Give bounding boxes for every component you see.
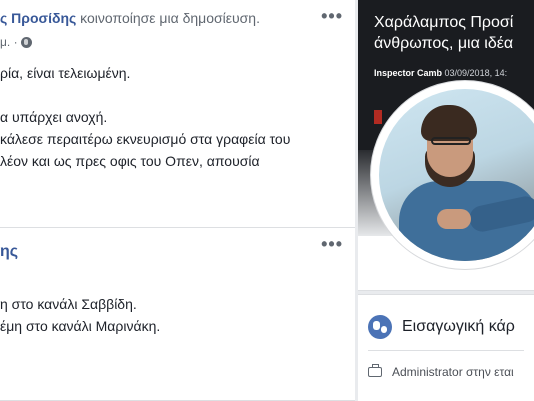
avatar-hand bbox=[437, 209, 471, 229]
post-time-text: μ. · bbox=[0, 35, 18, 49]
post-header: ς Προσίδης κοινοποίησε μια δημοσίευση. bbox=[0, 10, 260, 26]
right-sidebar: Χαράλαμπος Προσί άνθρωπος, μια ιδέα Insp… bbox=[358, 0, 534, 401]
article-title-line: άνθρωπος, μια ιδέα bbox=[374, 35, 514, 52]
post-options-button[interactable]: ••• bbox=[321, 6, 343, 27]
avatar-photo bbox=[379, 89, 534, 261]
intro-header: Εισαγωγική κάρ bbox=[368, 315, 515, 339]
work-info-row: Administrator στην εται bbox=[368, 364, 514, 379]
intro-card: Εισαγωγική κάρ Administrator στην εται bbox=[358, 294, 534, 401]
post-author-link[interactable]: ς Προσίδης bbox=[0, 10, 76, 26]
article-author: Inspector Camb bbox=[374, 68, 443, 78]
post-text-line: α υπάρχει ανοχή. bbox=[0, 109, 108, 125]
shared-post: ς Προσίδης κοινοποίησε μια δημοσίευση. •… bbox=[0, 0, 355, 228]
avatar-glasses bbox=[431, 137, 471, 145]
work-info-text: Administrator στην εται bbox=[392, 365, 514, 379]
globe-icon bbox=[368, 315, 392, 339]
post-text-line: έμη στο κανάλι Μαρινάκη. bbox=[0, 318, 161, 334]
article-title: Χαράλαμπος Προσί άνθρωπος, μια ιδέα bbox=[374, 12, 513, 54]
post-action-text: κοινοποίησε μια δημοσίευση. bbox=[76, 10, 260, 26]
public-globe-icon bbox=[20, 36, 32, 48]
article-date: 03/09/2018, 14: bbox=[444, 68, 508, 78]
post-options-button[interactable]: ••• bbox=[321, 234, 343, 255]
post: ης ••• η στο κανάλι Σαββίδη. έμη στο καν… bbox=[0, 228, 355, 401]
article-title-line: Χαράλαμπος Προσί bbox=[374, 14, 514, 31]
briefcase-icon bbox=[368, 364, 382, 377]
post-text-line: λέον και ως πρες οφις του Οπεν, απουσία bbox=[0, 153, 260, 169]
post-timestamp[interactable]: μ. · bbox=[0, 35, 32, 49]
post-text-line: κάλεσε περαιτέρω εκνευρισμό στα γραφεία … bbox=[0, 131, 291, 147]
red-accent-mark bbox=[374, 110, 382, 124]
avatar-hair bbox=[421, 105, 477, 141]
divider bbox=[368, 350, 524, 351]
article-byline: Inspector Camb 03/09/2018, 14: bbox=[374, 68, 507, 78]
news-feed: ς Προσίδης κοινοποίησε μια δημοσίευση. •… bbox=[0, 0, 355, 401]
post-text-line: ρία, είναι τελειωμένη. bbox=[0, 65, 131, 81]
post-author-link[interactable]: ης bbox=[0, 243, 18, 261]
post-text-line: η στο κανάλι Σαββίδη. bbox=[0, 296, 137, 312]
intro-title: Εισαγωγική κάρ bbox=[402, 318, 515, 335]
